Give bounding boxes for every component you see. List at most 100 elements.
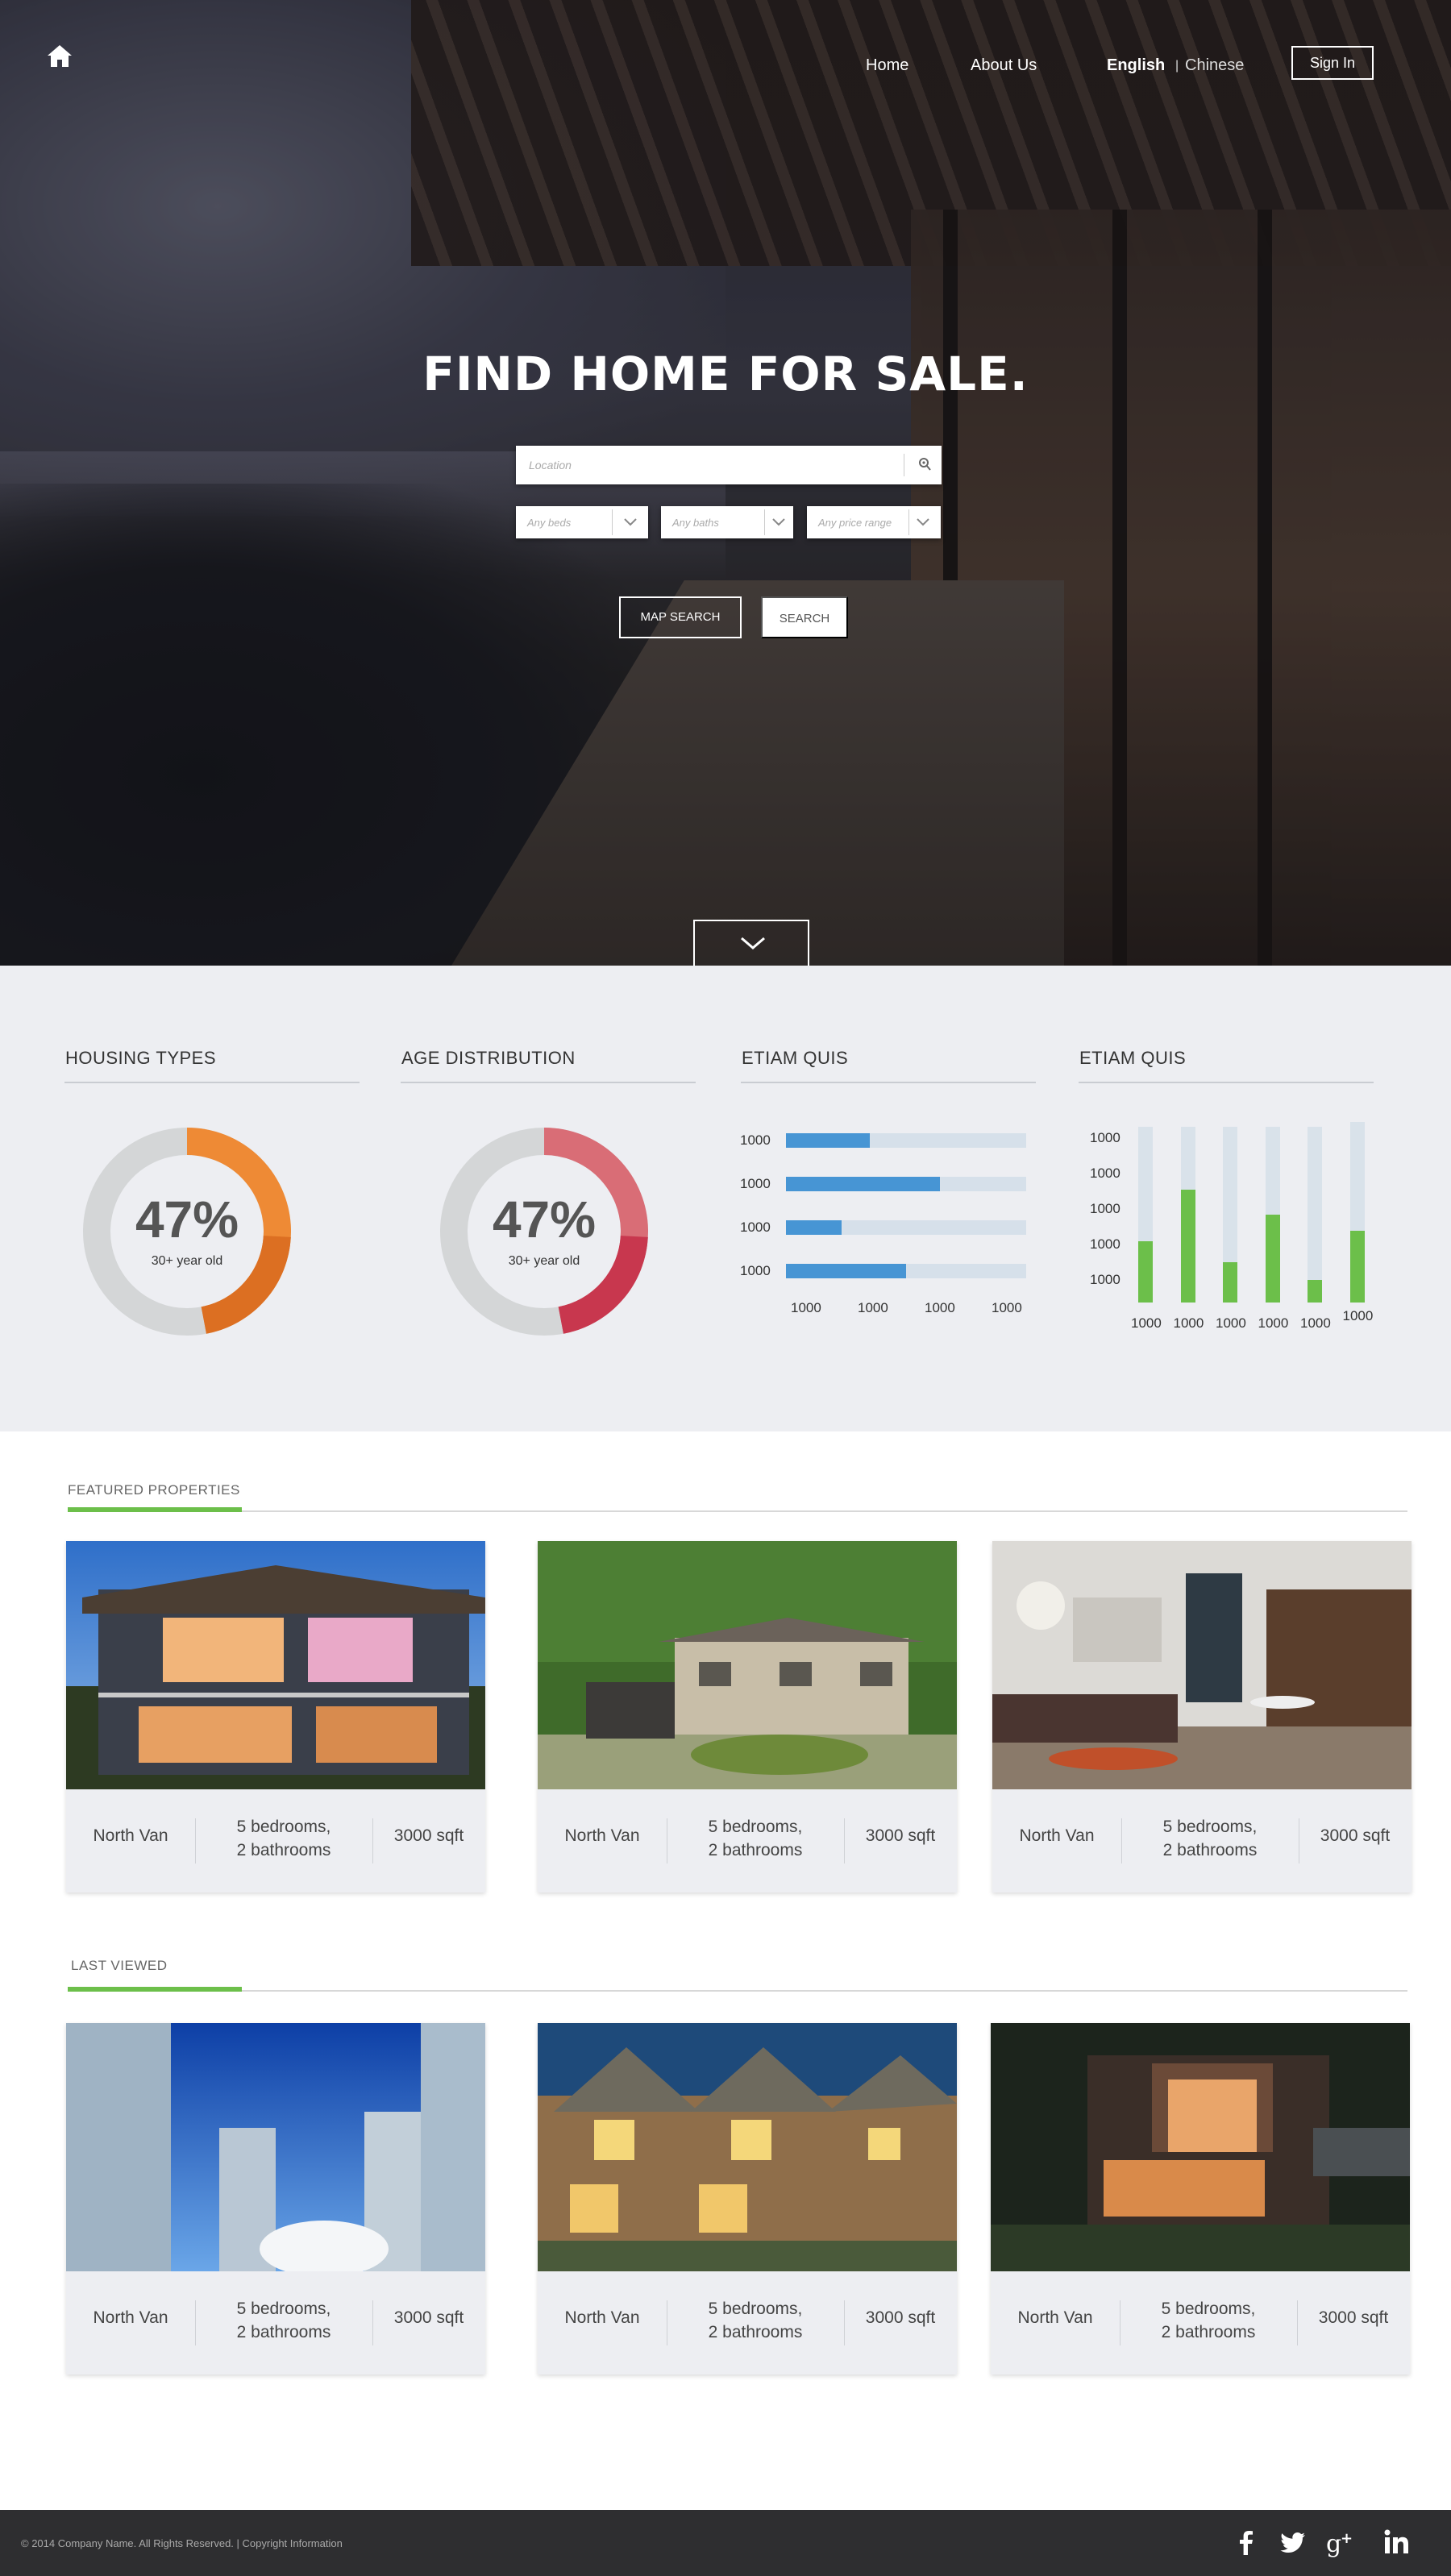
google-plus-icon[interactable]: g + <box>1326 2528 1357 2558</box>
age-percent: 47% <box>492 1190 597 1249</box>
lang-separator: | <box>1175 59 1179 73</box>
footer-copyright: © 2014 Company Name. All Rights Reserved… <box>21 2537 343 2549</box>
property-area: North Van <box>564 2308 640 2327</box>
twitter-icon[interactable] <box>1278 2528 1308 2558</box>
baths-select[interactable]: Any baths <box>661 506 793 538</box>
vbar-track <box>1138 1127 1153 1303</box>
property-photo-suburban-house[interactable] <box>538 1541 957 1789</box>
featured-accent-bar <box>68 1507 242 1512</box>
hbar-category-label: 1000 <box>740 1263 771 1278</box>
hbar-bar <box>786 1220 842 1235</box>
beds-select[interactable]: Any beds <box>516 506 648 538</box>
locate-pin-icon[interactable] <box>916 455 933 473</box>
property-info: North Van 5 bedrooms, 2 bathrooms 3000 sq… <box>992 1789 1412 1893</box>
footer: © 2014 Company Name. All Rights Reserved… <box>0 2510 1451 2576</box>
vbar-bar <box>1180 1190 1195 1303</box>
vbar-category-label: 1000 <box>1258 1315 1289 1331</box>
location-placeholder: Location <box>529 459 572 472</box>
nav-home-link[interactable]: Home <box>866 56 908 75</box>
vbar-y-tick-label: 1000 <box>1090 1272 1120 1287</box>
property-photo-modern-house[interactable] <box>66 1541 485 1789</box>
chevron-down-icon <box>770 514 788 530</box>
property-size: 3000 sqft <box>865 1826 936 1845</box>
lang-chinese-link[interactable]: Chinese <box>1185 56 1244 75</box>
hbar-x-tick-label: 1000 <box>925 1300 955 1315</box>
property-photo-interior[interactable] <box>992 1541 1412 1789</box>
etiam-quis-hbar-title: ETIAM QUIS <box>742 1048 849 1068</box>
vbar-track <box>1349 1122 1365 1303</box>
property-rooms: 5 bedrooms, 2 bathrooms <box>708 1818 803 1859</box>
hbar-track <box>786 1133 1026 1148</box>
property-card[interactable]: North Van 5 bedrooms, 2 bathrooms 3000 sq… <box>538 1541 957 1893</box>
property-info: North Van 5 bedrooms, 2 bathrooms 3000 sq… <box>538 1789 957 1893</box>
nav-about-link[interactable]: About Us <box>971 56 1037 75</box>
vbar-track <box>1265 1127 1280 1303</box>
property-size: 3000 sqft <box>865 2308 936 2327</box>
housing-subtitle: 30+ year old <box>151 1254 223 1268</box>
vbar-category-label: 1000 <box>1300 1315 1331 1331</box>
price-select[interactable]: Any price range <box>807 506 941 538</box>
svg-text:g: g <box>1326 2530 1341 2558</box>
chevron-down-icon <box>622 514 639 530</box>
property-area: North Van <box>93 2308 168 2327</box>
hbar-x-tick-label: 1000 <box>992 1300 1022 1315</box>
vbar-category-label: 1000 <box>1216 1315 1246 1331</box>
vbar-y-tick-label: 1000 <box>1090 1236 1120 1252</box>
location-input[interactable]: Location <box>516 446 942 484</box>
property-size: 3000 sqft <box>393 1826 464 1845</box>
hbar-bar <box>786 1264 906 1278</box>
hero-title: FIND HOME FOR SALE. <box>422 347 1029 401</box>
vbar-bar <box>1349 1230 1365 1303</box>
hbar-bar <box>786 1133 871 1148</box>
vbar-bar <box>1138 1240 1153 1303</box>
property-area: North Van <box>564 1826 640 1845</box>
property-info: North Van 5 bedrooms, 2 bathrooms 3000 sq… <box>991 2271 1410 2374</box>
property-info: North Van 5 bedrooms, 2 bathrooms 3000 sq… <box>538 2271 957 2374</box>
age-subtitle: 30+ year old <box>508 1254 580 1268</box>
property-photo-townhouses[interactable] <box>538 2023 957 2271</box>
vbar-track <box>1180 1127 1195 1303</box>
map-search-button[interactable]: MAP SEARCH <box>619 596 742 638</box>
vbar-track <box>1308 1127 1322 1303</box>
property-photo-modern-night-house[interactable] <box>991 2023 1410 2271</box>
hbar-track <box>786 1177 1026 1191</box>
property-card[interactable]: North Van 5 bedrooms, 2 bathrooms 3000 sq… <box>66 1541 485 1893</box>
lang-english-link[interactable]: English <box>1107 56 1165 75</box>
property-rooms: 5 bedrooms, 2 bathrooms <box>1161 2300 1256 2341</box>
vbar-category-label: 1000 <box>1173 1315 1204 1331</box>
property-card[interactable]: North Van 5 bedrooms, 2 bathrooms 3000 sq… <box>66 2023 485 2374</box>
property-rooms: 5 bedrooms, 2 bathrooms <box>236 1818 331 1859</box>
linkedin-icon[interactable] <box>1382 2528 1412 2558</box>
housing-percent: 47% <box>135 1190 239 1249</box>
price-placeholder: Any price range <box>818 517 892 529</box>
property-card[interactable]: North Van 5 bedrooms, 2 bathrooms 3000 sq… <box>991 2023 1410 2374</box>
vbar-bar <box>1308 1279 1322 1303</box>
hbar-x-tick-label: 1000 <box>791 1300 821 1315</box>
baths-placeholder: Any baths <box>672 517 719 529</box>
hbar-category-label: 1000 <box>740 1219 771 1235</box>
vbar-y-tick-label: 1000 <box>1090 1130 1120 1145</box>
svg-text:+: + <box>1341 2530 1353 2547</box>
hbar-bar <box>786 1177 940 1191</box>
scroll-down-button[interactable] <box>693 920 809 966</box>
property-rooms: 5 bedrooms, 2 bathrooms <box>236 2300 331 2341</box>
vbar-bar <box>1223 1261 1237 1303</box>
age-distribution-title: AGE DISTRIBUTION <box>401 1048 576 1068</box>
property-card[interactable]: North Van 5 bedrooms, 2 bathrooms 3000 sq… <box>538 2023 957 2374</box>
vbar-track <box>1223 1127 1237 1303</box>
property-card[interactable]: North Van 5 bedrooms, 2 bathrooms 3000 sq… <box>992 1541 1412 1893</box>
property-size: 3000 sqft <box>1320 1826 1391 1845</box>
sign-in-button[interactable]: Sign In <box>1291 46 1374 80</box>
property-size: 3000 sqft <box>1318 2308 1389 2327</box>
home-icon[interactable] <box>45 42 74 71</box>
featured-properties-label: FEATURED PROPERTIES <box>68 1482 240 1498</box>
last-viewed-label: LAST VIEWED <box>71 1958 168 1973</box>
stats-section: HOUSING TYPES 47% 30+ year old AGE DISTR… <box>0 966 1451 1431</box>
hbar-track <box>786 1264 1026 1278</box>
facebook-icon[interactable] <box>1231 2528 1262 2558</box>
property-photo-towers[interactable] <box>66 2023 485 2271</box>
vbar-y-tick-label: 1000 <box>1090 1165 1120 1181</box>
hbar-x-tick-label: 1000 <box>858 1300 888 1315</box>
search-button[interactable]: SEARCH <box>761 596 848 638</box>
beds-placeholder: Any beds <box>527 517 572 529</box>
